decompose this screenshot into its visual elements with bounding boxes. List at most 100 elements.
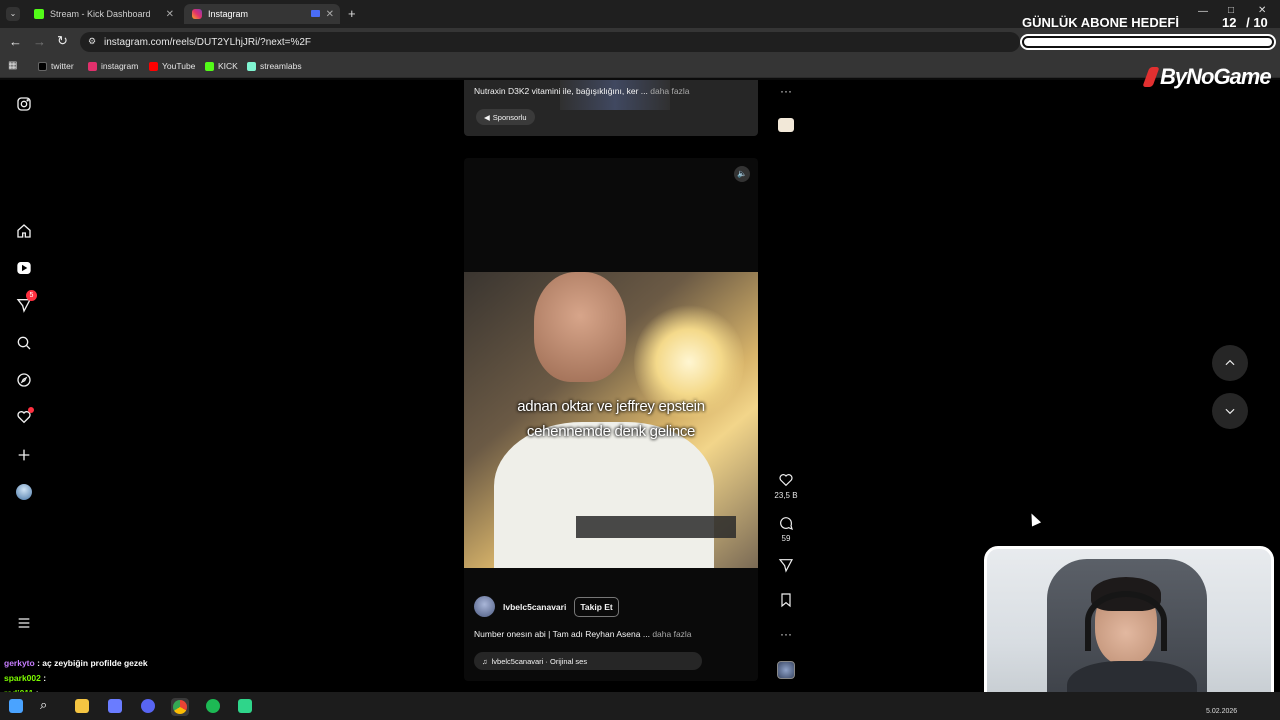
bookmark-icon bbox=[781, 593, 791, 608]
more-link[interactable]: daha fazla bbox=[652, 629, 691, 639]
forward-button[interactable]: → bbox=[33, 34, 46, 49]
chat-message: gerkyto : aç zeybiğin profilde gezek bbox=[4, 658, 148, 673]
discord-icon[interactable] bbox=[141, 699, 155, 713]
kick-studio-icon[interactable] bbox=[238, 699, 252, 713]
author-avatar[interactable] bbox=[474, 596, 495, 617]
apps-grid-icon[interactable]: ▦ bbox=[8, 60, 17, 71]
author-username[interactable]: lvbelc5canavari bbox=[503, 602, 566, 612]
sponsored-account-avatar[interactable] bbox=[778, 118, 794, 132]
channel-logo: ByNoGame bbox=[1142, 64, 1272, 90]
site-info-icon[interactable]: ⚙ bbox=[88, 36, 96, 47]
minimize-button[interactable]: — bbox=[1198, 6, 1208, 17]
media-playing-icon[interactable] bbox=[311, 10, 320, 17]
bookmarks-bar: ▦ twitter instagram YouTube KICK streaml… bbox=[0, 56, 1280, 78]
file-explorer-icon[interactable] bbox=[75, 699, 89, 713]
chevron-up-icon bbox=[1225, 359, 1235, 366]
address-bar[interactable]: ⚙ instagram.com/reels/DUT2YLhjJRi/?next=… bbox=[80, 32, 1020, 52]
send-icon bbox=[778, 559, 793, 573]
headphones bbox=[1085, 591, 1167, 651]
search-icon[interactable] bbox=[14, 333, 34, 353]
instagram-logo-icon[interactable] bbox=[14, 94, 34, 114]
new-tab-button[interactable]: + bbox=[348, 6, 356, 21]
tab-instagram[interactable]: Instagram ✕ bbox=[184, 4, 340, 24]
chat-user: spark002 bbox=[4, 673, 41, 683]
instagram-icon bbox=[192, 9, 202, 19]
webcam-feed bbox=[984, 546, 1274, 708]
bookmark-youtube[interactable]: YouTube bbox=[149, 61, 195, 71]
follow-button[interactable]: Takip Et bbox=[574, 596, 619, 617]
reel-caption: Number onesın abi | Tam adı Reyhan Asena… bbox=[474, 629, 650, 639]
previous-reel-button[interactable] bbox=[1212, 345, 1248, 381]
bookmark-twitter[interactable]: twitter bbox=[38, 61, 74, 71]
spotify-icon[interactable] bbox=[206, 699, 220, 713]
x-icon bbox=[38, 61, 47, 71]
sponsored-reel[interactable]: Nutraxin D3K2 vitamini ile, bağışıklığın… bbox=[464, 80, 758, 136]
share-button[interactable] bbox=[774, 557, 798, 576]
profile-avatar[interactable] bbox=[14, 482, 34, 502]
video-caption-line2: cehennemde denk gelince bbox=[526, 423, 696, 440]
reel-author-row: lvbelc5canavari Takip Et bbox=[474, 596, 619, 617]
tab-kick-dashboard[interactable]: Stream - Kick Dashboard ✕ bbox=[26, 4, 180, 24]
chevron-down-icon bbox=[1225, 408, 1235, 415]
audio-chip[interactable]: ♫ lvbelc5canavari · Orijinal ses bbox=[474, 652, 702, 670]
close-icon[interactable]: ✕ bbox=[326, 9, 334, 20]
like-button[interactable]: 23,5 B bbox=[774, 472, 798, 500]
app-icon[interactable] bbox=[108, 699, 122, 713]
notification-dot bbox=[28, 407, 34, 413]
windows-start-icon[interactable] bbox=[9, 699, 23, 713]
person-head bbox=[534, 272, 626, 382]
chat-user: gerkyto bbox=[4, 658, 35, 668]
mute-button[interactable]: 🔈 bbox=[734, 166, 750, 182]
explore-icon[interactable] bbox=[14, 370, 34, 390]
audio-thumbnail[interactable] bbox=[777, 661, 795, 679]
instagram-sidebar: 5 bbox=[0, 80, 48, 692]
taskbar-date: 5.02.2026 bbox=[1206, 708, 1238, 715]
bookmark-kick[interactable]: KICK bbox=[205, 61, 238, 71]
notifications-icon[interactable] bbox=[14, 407, 34, 427]
next-reel-button[interactable] bbox=[1212, 393, 1248, 429]
notification-badge: 5 bbox=[26, 290, 37, 301]
reel-more-button[interactable]: ··· bbox=[774, 627, 798, 641]
reload-button[interactable]: ↻ bbox=[57, 33, 68, 49]
subscriber-goal-title: GÜNLÜK ABONE HEDEFİ bbox=[1022, 15, 1179, 30]
video-caption-line1: adnan oktar ve jeffrey epstein bbox=[517, 398, 705, 415]
sponsored-caption-row: Nutraxin D3K2 vitamini ile, bağışıklığın… bbox=[474, 86, 689, 96]
megaphone-icon: ◀ bbox=[484, 112, 490, 122]
reels-icon[interactable] bbox=[14, 258, 34, 278]
reel-video[interactable]: adnan oktar ve jeffrey epstein cehennemd… bbox=[464, 272, 758, 568]
tab-label: Instagram bbox=[208, 9, 249, 19]
subscriber-goal-count: 12 / 10 bbox=[1222, 15, 1268, 30]
chat-text: : aç zeybiğin profilde gezek bbox=[37, 658, 148, 668]
search-icon[interactable]: ⌕ bbox=[40, 697, 47, 713]
close-icon[interactable]: ✕ bbox=[166, 9, 174, 20]
video-sign bbox=[576, 516, 736, 538]
sponsored-badge[interactable]: ◀ Sponsorlu bbox=[476, 109, 535, 125]
chat-message: spark002 : bbox=[4, 673, 148, 688]
like-count: 23,5 B bbox=[774, 491, 798, 500]
chat-text: : bbox=[43, 673, 47, 683]
back-button[interactable]: ← bbox=[9, 34, 22, 49]
more-menu-icon[interactable] bbox=[14, 613, 34, 633]
tab-search-button[interactable]: ⌄ bbox=[6, 7, 20, 21]
save-button[interactable] bbox=[774, 592, 798, 611]
comment-button[interactable]: 59 bbox=[774, 515, 798, 543]
create-icon[interactable] bbox=[14, 445, 34, 465]
sponsored-caption: Nutraxin D3K2 vitamini ile, bağışıklığın… bbox=[474, 86, 648, 96]
messages-icon[interactable]: 5 bbox=[14, 290, 37, 315]
goal-progress-fill bbox=[1024, 38, 1272, 46]
subscriber-goal-progress bbox=[1020, 34, 1276, 50]
instagram-icon bbox=[88, 61, 97, 71]
youtube-icon bbox=[149, 61, 158, 71]
tab-label: Stream - Kick Dashboard bbox=[50, 9, 151, 19]
windows-taskbar bbox=[0, 692, 1280, 720]
kick-icon bbox=[34, 9, 44, 19]
chrome-icon[interactable] bbox=[171, 698, 189, 716]
bookmark-streamlabs[interactable]: streamlabs bbox=[247, 61, 302, 71]
sponsored-more-button[interactable]: ··· bbox=[774, 84, 798, 98]
bookmark-instagram[interactable]: instagram bbox=[88, 61, 138, 71]
reel-card[interactable]: 🔈 adnan oktar ve jeffrey epstein cehenne… bbox=[464, 158, 758, 681]
streamlabs-icon bbox=[247, 61, 256, 71]
more-link[interactable]: daha fazla bbox=[650, 86, 689, 96]
url-text: instagram.com/reels/DUT2YLhjJRi/?next=%2… bbox=[104, 36, 312, 48]
home-icon[interactable] bbox=[14, 221, 34, 241]
